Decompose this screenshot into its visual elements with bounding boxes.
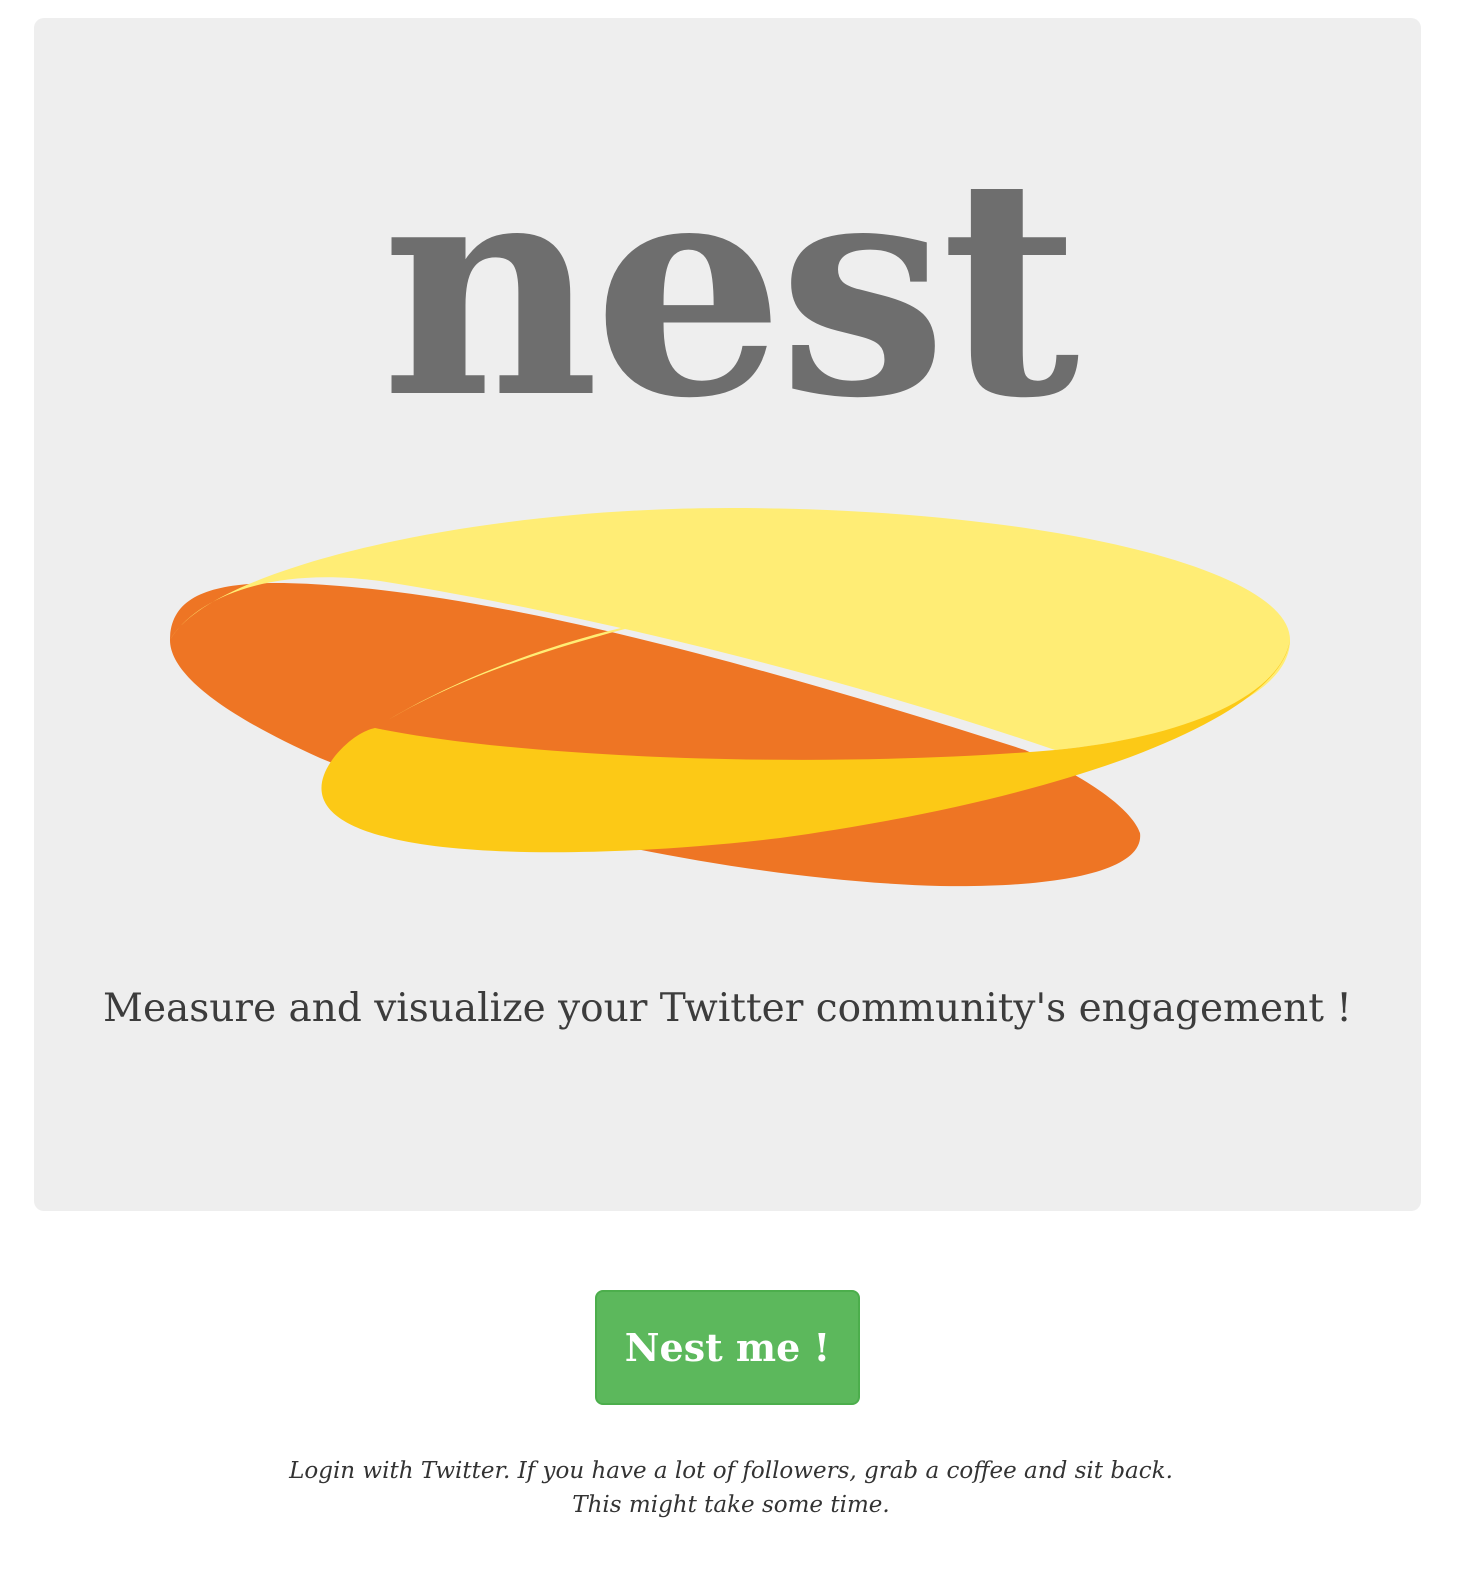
brand-title: nest <box>381 111 1079 464</box>
nest-me-button[interactable]: Nest me ! <box>595 1290 860 1405</box>
login-note-line-1: Login with Twitter. If you have a lot of… <box>289 1458 1173 1484</box>
nest-rings-logo <box>170 508 1290 887</box>
login-note-line-2: This might take some time. <box>572 1492 890 1518</box>
tagline: Measure and visualize your Twitter commu… <box>103 986 1352 1031</box>
login-note: Login with Twitter. If you have a lot of… <box>0 1454 1462 1522</box>
hero-panel: nest Measure and visualize your Twitter … <box>34 18 1421 1211</box>
